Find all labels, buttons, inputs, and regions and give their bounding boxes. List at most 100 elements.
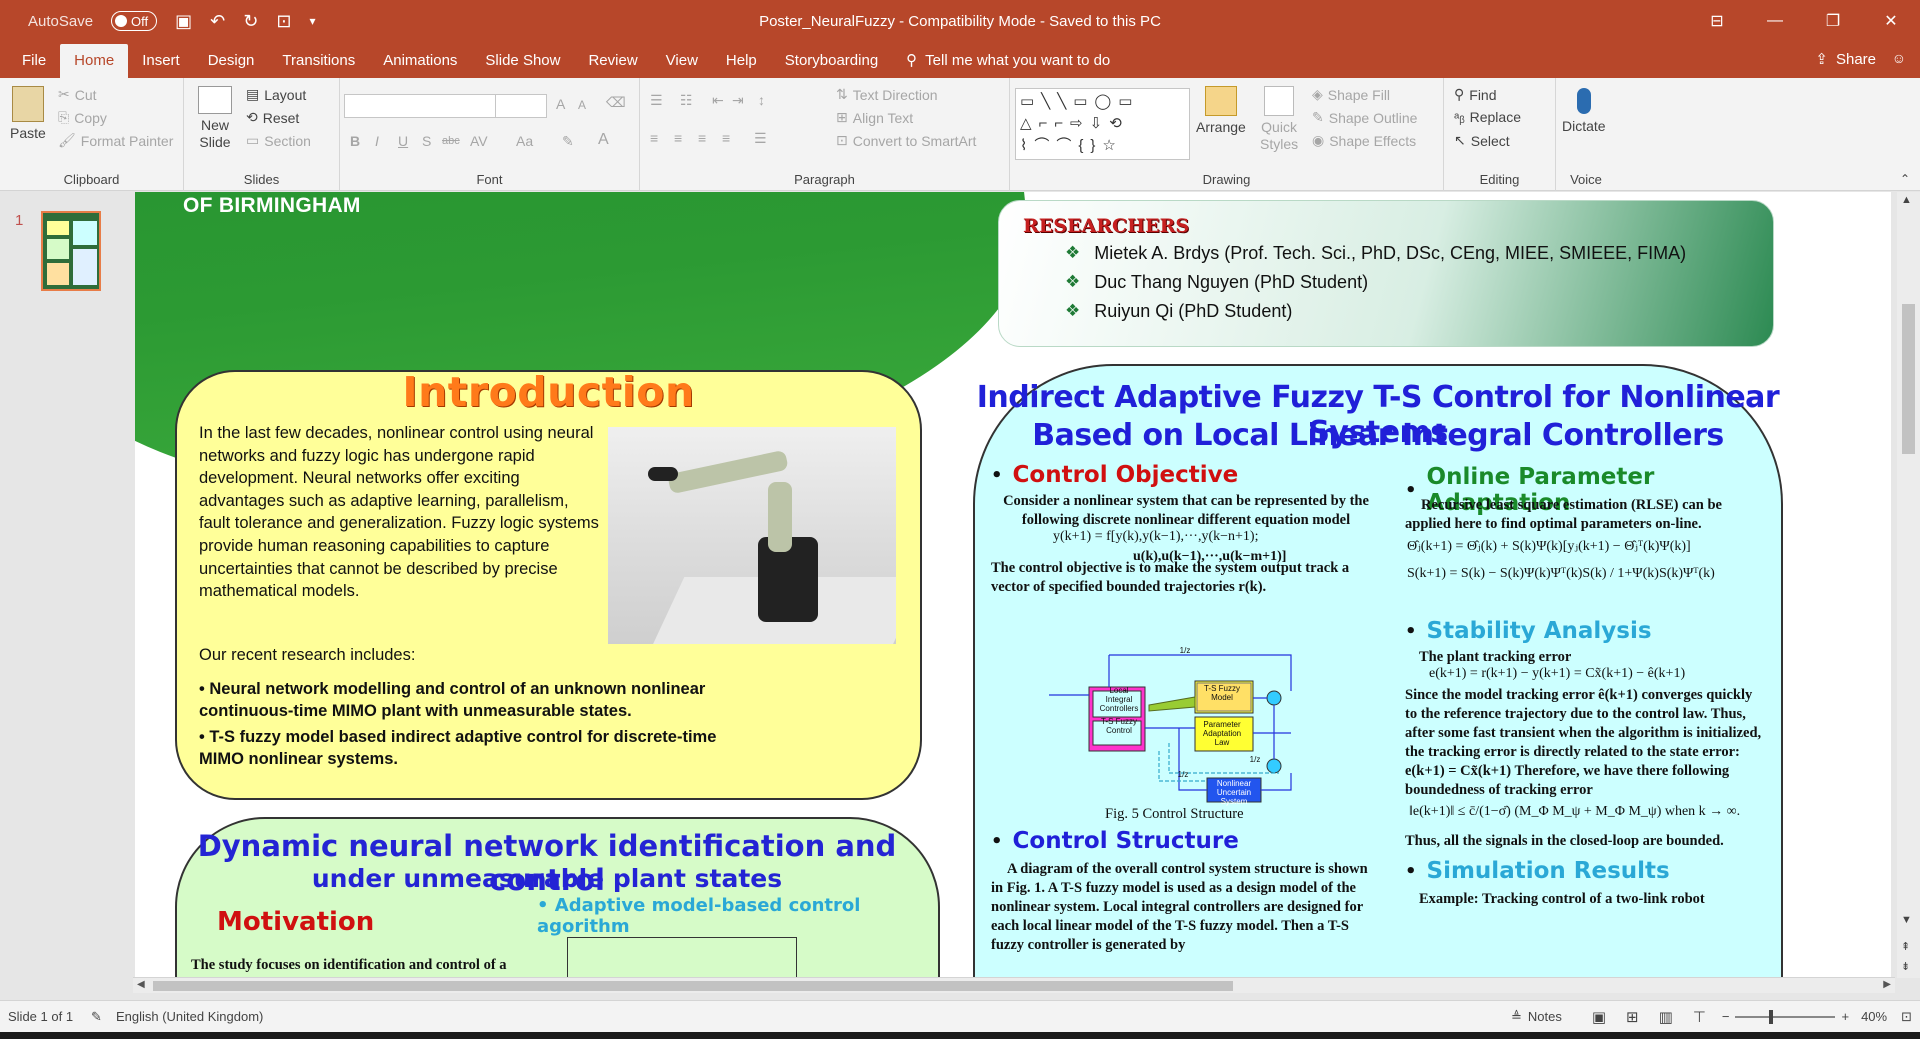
char-spacing-button[interactable]: AV (470, 133, 488, 149)
cut-button[interactable]: ✂ Cut (58, 86, 97, 103)
convert-smartart-button[interactable]: ⊡ Convert to SmartArt (836, 132, 976, 149)
customize-toolbar-icon[interactable]: ▾ (309, 12, 315, 30)
scroll-down-icon[interactable]: ▼ (1901, 914, 1912, 926)
line-spacing-icon[interactable]: ↕ (758, 92, 765, 108)
copy-button[interactable]: ⎘ Copy (58, 109, 107, 126)
italic-button[interactable]: I (375, 133, 379, 149)
fit-slide-icon[interactable]: ⊡ (1901, 1009, 1912, 1025)
reading-view-icon[interactable]: ▥ (1659, 1008, 1673, 1026)
horizontal-scroll-thumb[interactable] (153, 981, 1233, 991)
researchers-box[interactable]: RESEARCHERS ❖ Mietek A. Brdys (Prof. Tech… (998, 200, 1774, 347)
quick-styles-button[interactable]: Quick Styles (1260, 86, 1298, 153)
scroll-right-icon[interactable]: ▶ (1883, 979, 1891, 990)
scroll-left-icon[interactable]: ◀ (137, 979, 145, 990)
tell-me-search[interactable]: ⚲ Tell me what you want to do (906, 44, 1110, 78)
slideshow-view-icon[interactable]: ⊤ (1693, 1008, 1706, 1026)
tab-view[interactable]: View (652, 44, 712, 78)
redo-icon[interactable]: ↻ (243, 12, 258, 30)
layout-button[interactable]: ▤ Layout (246, 86, 306, 103)
ribbon-display-icon[interactable]: ⊟ (1688, 11, 1746, 31)
grow-font-icon[interactable]: A (556, 96, 565, 112)
slide-canvas[interactable]: OF BIRMINGHAM RESEARCHERS ❖ Mietek A. Brd… (135, 192, 1891, 978)
section-button[interactable]: ▭ Section (246, 132, 311, 149)
tab-file[interactable]: File (0, 44, 60, 78)
change-case-button[interactable]: Aa (516, 133, 533, 149)
tab-transitions[interactable]: Transitions (268, 44, 369, 78)
justify-icon[interactable]: ≡ (722, 130, 730, 146)
zoom-slider[interactable] (1735, 1009, 1836, 1024)
zoom-in-icon[interactable]: + (1841, 1009, 1849, 1024)
arrange-button[interactable]: Arrange (1196, 86, 1246, 135)
next-slide-icon[interactable]: ⇟ (1901, 960, 1910, 973)
decrease-indent-icon[interactable]: ⇤ (712, 92, 724, 109)
present-icon[interactable]: ⊡ (276, 12, 291, 30)
align-center-icon[interactable]: ≡ (674, 130, 682, 146)
paste-button[interactable]: Paste (10, 86, 46, 141)
font-name-combo[interactable] (344, 94, 496, 118)
tab-slide-show[interactable]: Slide Show (471, 44, 574, 78)
vertical-scrollbar[interactable]: ▲ ▼ ⇞ ⇟ (1897, 192, 1920, 978)
share-button[interactable]: ⇪ Share (1815, 42, 1876, 78)
tab-home[interactable]: Home (60, 44, 129, 78)
slide-thumbnail[interactable] (41, 211, 101, 291)
tab-design[interactable]: Design (194, 44, 269, 78)
zoom-level[interactable]: 40% (1861, 1009, 1887, 1024)
reset-button[interactable]: ⟲ Reset (246, 109, 299, 126)
vertical-scroll-thumb[interactable] (1902, 304, 1915, 454)
restore-button[interactable]: ❐ (1804, 11, 1862, 31)
zoom-slider-thumb[interactable] (1769, 1009, 1774, 1024)
select-button[interactable]: ↖ Select (1454, 132, 1510, 149)
slide-sorter-icon[interactable]: ⊞ (1626, 1008, 1639, 1026)
dictate-button[interactable]: Dictate (1562, 88, 1606, 134)
format-painter-button[interactable]: 🖌 Format Painter (58, 132, 173, 149)
horizontal-scrollbar[interactable]: ◀ ▶ (133, 977, 1895, 993)
numbering-icon[interactable]: ☷ (680, 92, 693, 109)
language-label[interactable]: English (United Kingdom) (116, 1009, 263, 1024)
tab-animations[interactable]: Animations (369, 44, 471, 78)
shape-effects-button[interactable]: ◉ Shape Effects (1312, 132, 1416, 149)
highlight-icon[interactable]: ✎ (562, 133, 574, 150)
align-text-button[interactable]: ⊞ Align Text (836, 109, 913, 126)
dnn-box[interactable]: Dynamic neural network identification an… (175, 817, 940, 978)
font-color-button[interactable]: A (598, 131, 609, 149)
new-slide-button[interactable]: New Slide (198, 86, 232, 151)
minimize-button[interactable]: — (1746, 12, 1804, 30)
bold-button[interactable]: B (350, 133, 360, 149)
tab-help[interactable]: Help (712, 44, 771, 78)
shrink-font-icon[interactable]: A (578, 98, 586, 112)
autosave-toggle[interactable]: Off (111, 11, 158, 31)
notes-button[interactable]: Notes (1528, 1009, 1562, 1024)
clear-format-icon[interactable]: ⌫ (606, 94, 626, 111)
strikethrough-button[interactable]: abc (442, 135, 460, 147)
shapes-gallery[interactable]: ▭╲╲▭◯▭ △⌐⌐⇨⇩⟲ ⌇⌒⌒{}☆ (1015, 88, 1190, 160)
replace-button[interactable]: ᵃᵦ Replace (1454, 109, 1521, 125)
font-size-combo[interactable] (495, 94, 547, 118)
normal-view-icon[interactable]: ▣ (1592, 1008, 1606, 1026)
bullets-icon[interactable]: ☰ (650, 92, 663, 109)
save-icon[interactable]: ▣ (175, 12, 192, 30)
find-button[interactable]: ⚲ Find (1454, 86, 1497, 103)
scroll-up-icon[interactable]: ▲ (1901, 194, 1912, 206)
shape-outline-button[interactable]: ✎ Shape Outline (1312, 109, 1417, 126)
zoom-out-icon[interactable]: − (1722, 1009, 1730, 1024)
tab-insert[interactable]: Insert (128, 44, 194, 78)
columns-icon[interactable]: ☰ (754, 130, 767, 147)
increase-indent-icon[interactable]: ⇥ (732, 92, 744, 109)
tab-storyboarding[interactable]: Storyboarding (771, 44, 892, 78)
shape-fill-button[interactable]: ◈ Shape Fill (1312, 86, 1390, 103)
spellcheck-icon[interactable]: ✎ (91, 1009, 102, 1025)
undo-icon[interactable]: ↶ (210, 12, 225, 30)
control-box[interactable]: Indirect Adaptive Fuzzy T-S Control for … (973, 364, 1783, 978)
introduction-box[interactable]: Introduction In the last few decades, no… (175, 368, 922, 800)
align-right-icon[interactable]: ≡ (698, 130, 706, 146)
underline-button[interactable]: U (398, 133, 408, 149)
close-button[interactable]: ✕ (1862, 11, 1920, 31)
shadow-button[interactable]: S (422, 133, 431, 149)
smiley-icon[interactable]: ☺ (1892, 50, 1906, 66)
previous-slide-icon[interactable]: ⇞ (1901, 940, 1910, 953)
align-left-icon[interactable]: ≡ (650, 130, 658, 146)
text-direction-button[interactable]: ⇅ Text Direction (836, 86, 938, 103)
tab-review[interactable]: Review (574, 44, 651, 78)
notes-icon[interactable]: ≜ (1511, 1009, 1522, 1025)
collapse-ribbon-icon[interactable]: ⌃ (1900, 172, 1910, 186)
